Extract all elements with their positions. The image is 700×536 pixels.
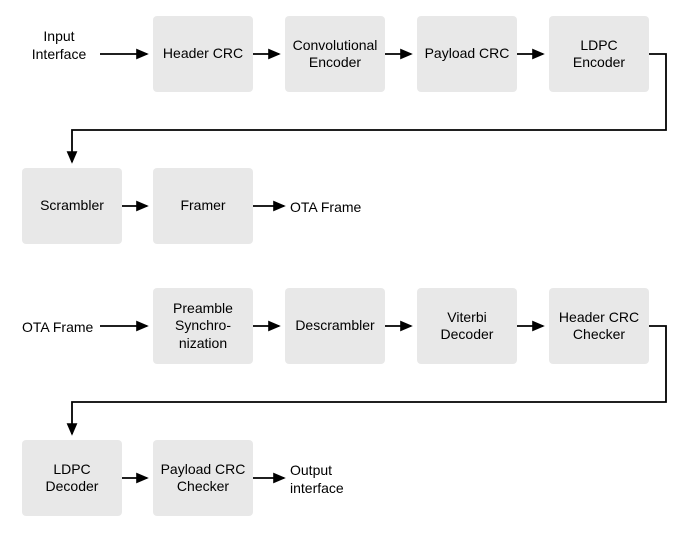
ota-frame-in-label: OTA Frame: [22, 319, 107, 337]
box-header-crc: Header CRC: [153, 16, 253, 92]
box-convolutional-encoder: Convolutional Encoder: [285, 16, 385, 92]
box-payload-crc: Payload CRC: [417, 16, 517, 92]
box-descrambler: Descrambler: [285, 288, 385, 364]
box-scrambler: Scrambler: [22, 168, 122, 244]
box-header-crc-checker: Header CRC Checker: [549, 288, 649, 364]
diagram-canvas: Input Interface Header CRC Convolutional…: [0, 0, 700, 536]
ota-frame-out-label: OTA Frame: [290, 199, 380, 217]
box-framer: Framer: [153, 168, 253, 244]
box-ldpc-encoder: LDPC Encoder: [549, 16, 649, 92]
box-ldpc-decoder: LDPC Decoder: [22, 440, 122, 516]
box-payload-crc-checker: Payload CRC Checker: [153, 440, 253, 516]
box-viterbi-decoder: Viterbi Decoder: [417, 288, 517, 364]
output-interface-label: Output interface: [290, 462, 380, 497]
input-interface-label: Input Interface: [24, 28, 94, 63]
box-preamble-sync: Preamble Synchro‐nization: [153, 288, 253, 364]
